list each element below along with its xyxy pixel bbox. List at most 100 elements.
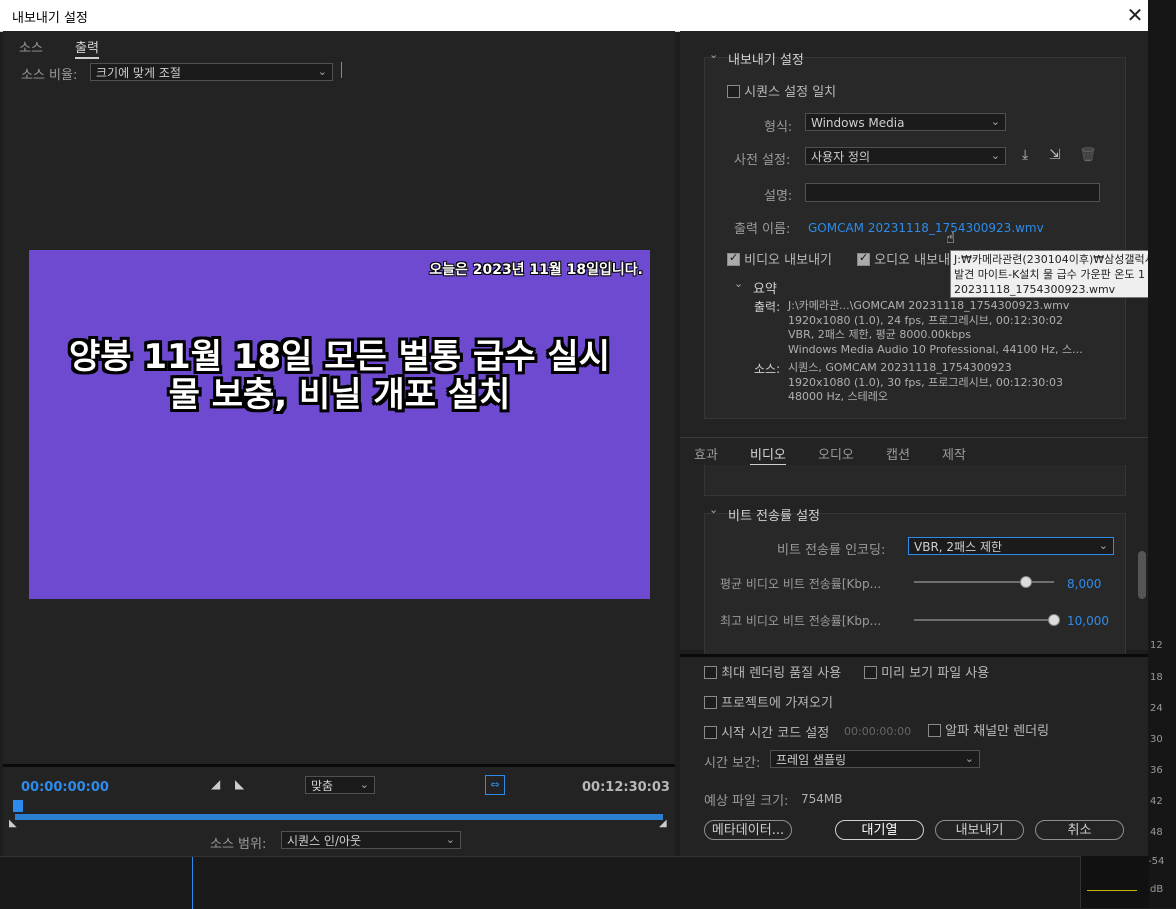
bitrate-encoding-select[interactable]: VBR, 2패스 제한 ⌄ (908, 537, 1114, 555)
tab-effects[interactable]: 효과 (694, 444, 718, 463)
zoom-fit-value: 맞춤 (311, 779, 334, 793)
start-timecode-value[interactable]: 00:00:00:00 (844, 725, 911, 738)
tab-audio[interactable]: 오디오 (818, 444, 854, 463)
tooltip-line: J:₩카메라관련(230104이후)₩삼성갤럭시 (954, 253, 1155, 266)
meter-label: 18 (1150, 672, 1163, 683)
preset-label: 사전 설정: (734, 153, 791, 168)
aspect-toggle-icon[interactable]: ⇔ (485, 775, 505, 795)
output-name-label: 출력 이름: (734, 222, 791, 237)
window-title: 내보내기 설정 (12, 11, 88, 26)
output-name-link[interactable]: GOMCAM 20231118_1754300923.wmv (808, 221, 1044, 235)
timeline-controls: 00:00:00:00 ◢ ◣ 맞춤 ⌄ ⇔ 00:12:30:03 ◣ ◢ 소… (3, 764, 675, 857)
tab-captions[interactable]: 캡션 (886, 444, 910, 463)
tab-video[interactable]: 비디오 (750, 444, 786, 466)
max-bitrate-knob[interactable] (1048, 614, 1060, 626)
preset-select[interactable]: 사용자 정의 ⌄ (805, 147, 1006, 165)
max-bitrate-slider[interactable] (914, 619, 1054, 621)
background-timeline (0, 856, 1080, 909)
meter-label: 36 (1150, 765, 1163, 776)
bitrate-header: 비트 전송률 설정 (728, 509, 820, 524)
export-settings-header: 내보내기 설정 (728, 53, 804, 68)
time-interp-select[interactable]: 프레임 샘플링 ⌄ (770, 750, 980, 768)
chevron-down-icon[interactable]: ⌄ (734, 277, 743, 290)
preview-date-text: 오늘은 2023년 11월 18일입니다. (429, 262, 643, 278)
start-timecode-label: 시작 시간 코드 설정 (721, 726, 830, 741)
comment-label: 설명: (764, 189, 793, 204)
summary-output-label: 출력: (754, 300, 781, 314)
hidden-section (704, 465, 1126, 496)
divider (341, 62, 342, 78)
time-interp-value: 프레임 샘플링 (776, 753, 847, 767)
format-value: Windows Media (811, 116, 905, 130)
summary-source-line: 1920x1080 (1.0), 30 fps, 프로그레시브, 00:12:3… (788, 375, 1063, 389)
export-audio-checkbox[interactable]: 오디오 내보내기 (857, 249, 962, 268)
headline-line-1: 양봉 11월 18일 모든 벌통 급수 실시 (68, 337, 610, 377)
format-select[interactable]: Windows Media ⌄ (805, 113, 1006, 131)
preset-value: 사용자 정의 (811, 150, 871, 164)
summary-output-line: VBR, 2패스 제한, 평균 8000.00kbps (788, 328, 971, 341)
source-ratio-select[interactable]: 크기에 맞게 조절 ⌄ (90, 63, 333, 81)
source-range-select[interactable]: 시퀀스 인/아웃 ⌄ (281, 831, 461, 849)
tab-output[interactable]: 출력 (75, 37, 99, 59)
max-bitrate-value[interactable]: 10,000 (1067, 614, 1109, 628)
audio-meter-bars (1080, 856, 1149, 908)
hand-cursor-icon: ☝ (946, 229, 956, 247)
bitrate-encoding-label: 비트 전송률 인코딩: (777, 543, 886, 558)
mark-out-icon[interactable]: ◣ (235, 777, 244, 791)
avg-bitrate-slider[interactable] (914, 581, 1054, 583)
queue-button[interactable]: 대기열 (835, 820, 924, 840)
preview-files-checkbox[interactable]: 미리 보기 파일 사용 (864, 662, 989, 681)
start-timecode-checkbox[interactable]: 시작 시간 코드 설정 (704, 722, 829, 741)
output-path-tooltip: J:₩카메라관련(230104이후)₩삼성갤럭시 발견 마이트-K설치 물 급수… (950, 250, 1176, 298)
comment-input[interactable] (805, 183, 1100, 202)
export-settings-panel: ⌄ 내보내기 설정 시퀀스 설정 일치 형식: Windows Media ⌄ … (680, 31, 1148, 654)
playhead-handle[interactable] (13, 800, 23, 812)
avg-bitrate-knob[interactable] (1020, 576, 1032, 588)
format-label: 형식: (764, 120, 793, 135)
file-size-value: 754MB (801, 792, 843, 806)
match-sequence-checkbox[interactable]: 시퀀스 설정 일치 (727, 81, 836, 100)
source-range-label: 소스 범위: (210, 837, 267, 852)
import-preset-icon[interactable]: ⇲ (1049, 147, 1061, 163)
summary-output-line: 1920x1080 (1.0), 24 fps, 프로그레시브, 00:12:3… (788, 313, 1063, 327)
chevron-down-icon: ⌄ (359, 778, 369, 791)
meter-label: 48 (1150, 827, 1163, 838)
mark-in-icon[interactable]: ◢ (211, 777, 220, 791)
alpha-only-checkbox[interactable]: 알파 채널만 렌더링 (928, 720, 1049, 739)
chevron-down-icon: ⌄ (990, 115, 1000, 128)
export-video-label: 비디오 내보내기 (744, 253, 832, 268)
export-video-checkbox[interactable]: 비디오 내보내기 (727, 249, 832, 268)
zoom-fit-select[interactable]: 맞춤 ⌄ (305, 776, 375, 794)
close-icon[interactable]: ✕ (1124, 2, 1146, 28)
meter-label: 12 (1150, 640, 1163, 651)
preview-headline: 양봉 11월 18일 모든 벌통 급수 실시 물 보충, 비닐 개포 설치 (29, 338, 650, 414)
audio-meter-strip: 12 18 24 30 36 42 48 -54 dB (1148, 0, 1176, 908)
timecode-start[interactable]: 00:00:00:00 (21, 780, 109, 795)
tab-source[interactable]: 소스 (19, 37, 43, 56)
time-interp-label: 시간 보간: (704, 756, 761, 771)
import-project-checkbox[interactable]: 프로젝트에 가져오기 (704, 692, 833, 711)
export-button[interactable]: 내보내기 (935, 820, 1024, 840)
source-range-bar[interactable] (15, 814, 663, 820)
out-point-handle[interactable]: ◢ (659, 818, 667, 829)
tab-publish[interactable]: 제작 (942, 444, 966, 463)
save-preset-icon[interactable]: ⤓ (1022, 147, 1028, 163)
chevron-down-icon: ⌄ (317, 65, 327, 78)
avg-bitrate-value[interactable]: 8,000 (1067, 577, 1101, 591)
max-render-checkbox[interactable]: 최대 렌더링 품질 사용 (704, 662, 841, 681)
metadata-button[interactable]: 메타데이터... (704, 820, 792, 840)
meter-label: 42 (1150, 796, 1163, 807)
summary-output-line: J:\카메라관...\GOMCAM 20231118_1754300923.wm… (788, 299, 1070, 312)
chevron-down-icon[interactable]: ⌄ (709, 48, 718, 61)
timecode-end: 00:12:30:03 (582, 780, 670, 795)
meter-level-line (1087, 890, 1137, 891)
summary-source-label: 소스: (754, 362, 781, 376)
meter-label: 30 (1150, 734, 1163, 745)
tooltip-line: 발견 마이트-K설치 물 급수 가운판 온도 1 (954, 268, 1145, 281)
summary-source-line: 시퀀스, GOMCAM 20231118_1754300923 (788, 361, 1012, 374)
delete-preset-icon[interactable]: 🗑 (1079, 147, 1097, 163)
chevron-down-icon[interactable]: ⌄ (709, 503, 718, 516)
scrollbar-thumb[interactable] (1138, 551, 1146, 599)
cancel-button[interactable]: 취소 (1035, 820, 1124, 840)
in-point-handle[interactable]: ◣ (9, 818, 17, 829)
